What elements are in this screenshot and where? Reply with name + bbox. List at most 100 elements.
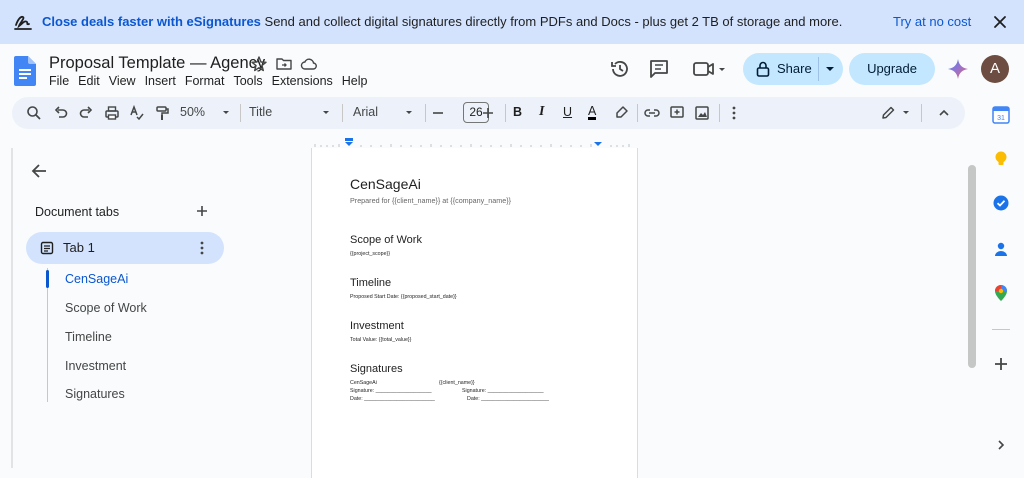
insert-image-icon[interactable] (694, 105, 710, 121)
cloud-saved-icon[interactable] (300, 55, 318, 73)
highlight-color-icon[interactable] (613, 105, 629, 121)
upgrade-label: Upgrade (867, 61, 917, 76)
undo-icon[interactable] (53, 105, 69, 121)
docs-logo-icon[interactable] (14, 56, 36, 86)
move-to-folder-icon[interactable] (275, 55, 293, 73)
doc-investment-body[interactable]: Total Value: {{total_value}} (350, 337, 411, 343)
menu-tools[interactable]: Tools (233, 74, 262, 88)
italic-button[interactable]: I (539, 104, 544, 120)
account-avatar[interactable]: A (981, 55, 1009, 83)
zoom-select[interactable]: 50% (180, 105, 205, 119)
first-line-indent-marker (345, 138, 353, 141)
font-select[interactable]: Arial (353, 105, 378, 119)
doc-sig-left-signature-line[interactable]: Signature: ___________________ (350, 388, 432, 394)
menu-file[interactable]: File (49, 74, 69, 88)
chevron-down-icon[interactable] (824, 63, 836, 75)
add-tab-icon[interactable] (194, 203, 210, 219)
doc-sig-right-name[interactable]: {{client_name}} (439, 380, 475, 386)
menu-help[interactable]: Help (342, 74, 368, 88)
paint-format-icon[interactable] (154, 105, 170, 121)
meet-video-icon[interactable] (692, 58, 728, 80)
chevron-right-icon[interactable] (992, 436, 1010, 454)
promo-banner: Close deals faster with eSignatures Send… (0, 0, 1024, 44)
doc-company-title[interactable]: CenSageAi (350, 176, 421, 192)
search-menus-icon[interactable] (26, 105, 42, 121)
document-title[interactable]: Proposal Template — Agency (49, 54, 265, 73)
tab-1[interactable]: Tab 1 (26, 232, 224, 264)
paragraph-style-select[interactable]: Title (249, 105, 272, 119)
arrow-back-icon[interactable] (30, 161, 50, 181)
outline-item-investment[interactable]: Investment (65, 359, 126, 373)
sidebar-edge (11, 148, 13, 468)
doc-sig-right-date-line[interactable]: Date: _______________________ (467, 396, 549, 402)
outline-item-scope-of-work[interactable]: Scope of Work (65, 301, 147, 315)
chevron-up-icon[interactable] (936, 105, 952, 121)
text-color-button[interactable]: A (588, 105, 597, 120)
doc-prepared-for[interactable]: Prepared for {{client_name}} at {{compan… (350, 196, 511, 205)
toolbar-divider (342, 104, 343, 122)
chevron-down-icon[interactable] (318, 105, 334, 121)
doc-scope-heading[interactable]: Scope of Work (350, 234, 422, 246)
add-addon-icon[interactable] (992, 355, 1010, 373)
vertical-scrollbar-thumb[interactable] (968, 165, 976, 368)
share-button[interactable]: Share (743, 53, 843, 85)
version-history-icon[interactable] (609, 58, 631, 80)
doc-sig-right-signature-line[interactable]: Signature: ___________________ (462, 388, 544, 394)
chevron-down-icon[interactable] (218, 105, 234, 121)
calendar-icon[interactable]: 31 (992, 106, 1010, 124)
horizontal-ruler[interactable] (311, 138, 638, 148)
outline-active-indicator (46, 270, 49, 288)
tab-more-options-icon[interactable] (194, 240, 210, 256)
doc-timeline-heading[interactable]: Timeline (350, 277, 391, 289)
spellcheck-icon[interactable] (129, 105, 145, 121)
doc-sig-left-name[interactable]: CenSageAi (350, 380, 377, 386)
decrease-font-size-icon[interactable] (430, 105, 446, 121)
doc-scope-body[interactable]: {{project_scope}} (350, 251, 390, 257)
menu-format[interactable]: Format (185, 74, 225, 88)
doc-timeline-body[interactable]: Proposed Start Date: {{proposed_start_da… (350, 294, 457, 300)
editing-mode-pencil-icon[interactable] (880, 105, 896, 121)
toolbar-divider (637, 104, 638, 122)
insert-link-icon[interactable] (644, 105, 660, 121)
gemini-sparkle-icon[interactable] (947, 58, 969, 80)
more-options-icon[interactable] (726, 105, 742, 121)
bold-button[interactable]: B (513, 105, 522, 119)
doc-investment-heading[interactable]: Investment (350, 320, 404, 332)
formatting-toolbar: 50% Title Arial 26 B I U A (12, 97, 965, 129)
chevron-down-icon[interactable] (898, 105, 914, 121)
lock-icon (756, 61, 770, 77)
toolbar-divider (505, 104, 506, 122)
underline-button[interactable]: U (563, 105, 572, 119)
banner-text: Close deals faster with eSignatures Send… (42, 14, 842, 29)
chevron-down-icon[interactable] (401, 105, 417, 121)
comments-icon[interactable] (648, 58, 670, 80)
menu-bar: File Edit View Insert Format Tools Exten… (49, 74, 377, 88)
tasks-icon[interactable] (992, 194, 1010, 212)
menu-view[interactable]: View (109, 74, 136, 88)
close-icon[interactable] (990, 12, 1010, 32)
upgrade-button[interactable]: Upgrade (849, 53, 935, 85)
redo-icon[interactable] (78, 105, 94, 121)
share-label: Share (777, 61, 812, 76)
outline-item-timeline[interactable]: Timeline (65, 330, 112, 344)
outline-item-censageai[interactable]: CenSageAi (65, 272, 128, 286)
menu-edit[interactable]: Edit (78, 74, 100, 88)
star-icon[interactable] (250, 55, 268, 73)
left-indent-marker (345, 142, 353, 146)
menu-insert[interactable]: Insert (145, 74, 176, 88)
menu-extensions[interactable]: Extensions (272, 74, 333, 88)
print-icon[interactable] (104, 105, 120, 121)
outline-item-signatures[interactable]: Signatures (65, 387, 125, 401)
add-comment-icon[interactable] (669, 105, 685, 121)
doc-signatures-heading[interactable]: Signatures (350, 363, 403, 375)
right-indent-marker (594, 142, 602, 146)
increase-font-size-icon[interactable] (480, 105, 496, 121)
document-page[interactable]: CenSageAi Prepared for {{client_name}} a… (311, 148, 638, 478)
keep-bulb-icon[interactable] (992, 150, 1010, 168)
try-at-no-cost-link[interactable]: Try at no cost (893, 14, 971, 29)
doc-sig-left-date-line[interactable]: Date: ________________________ (350, 396, 435, 402)
maps-pin-icon[interactable] (992, 284, 1010, 302)
document-tabs-title: Document tabs (35, 205, 120, 219)
toolbar-divider (921, 104, 922, 122)
contacts-icon[interactable] (992, 240, 1010, 258)
